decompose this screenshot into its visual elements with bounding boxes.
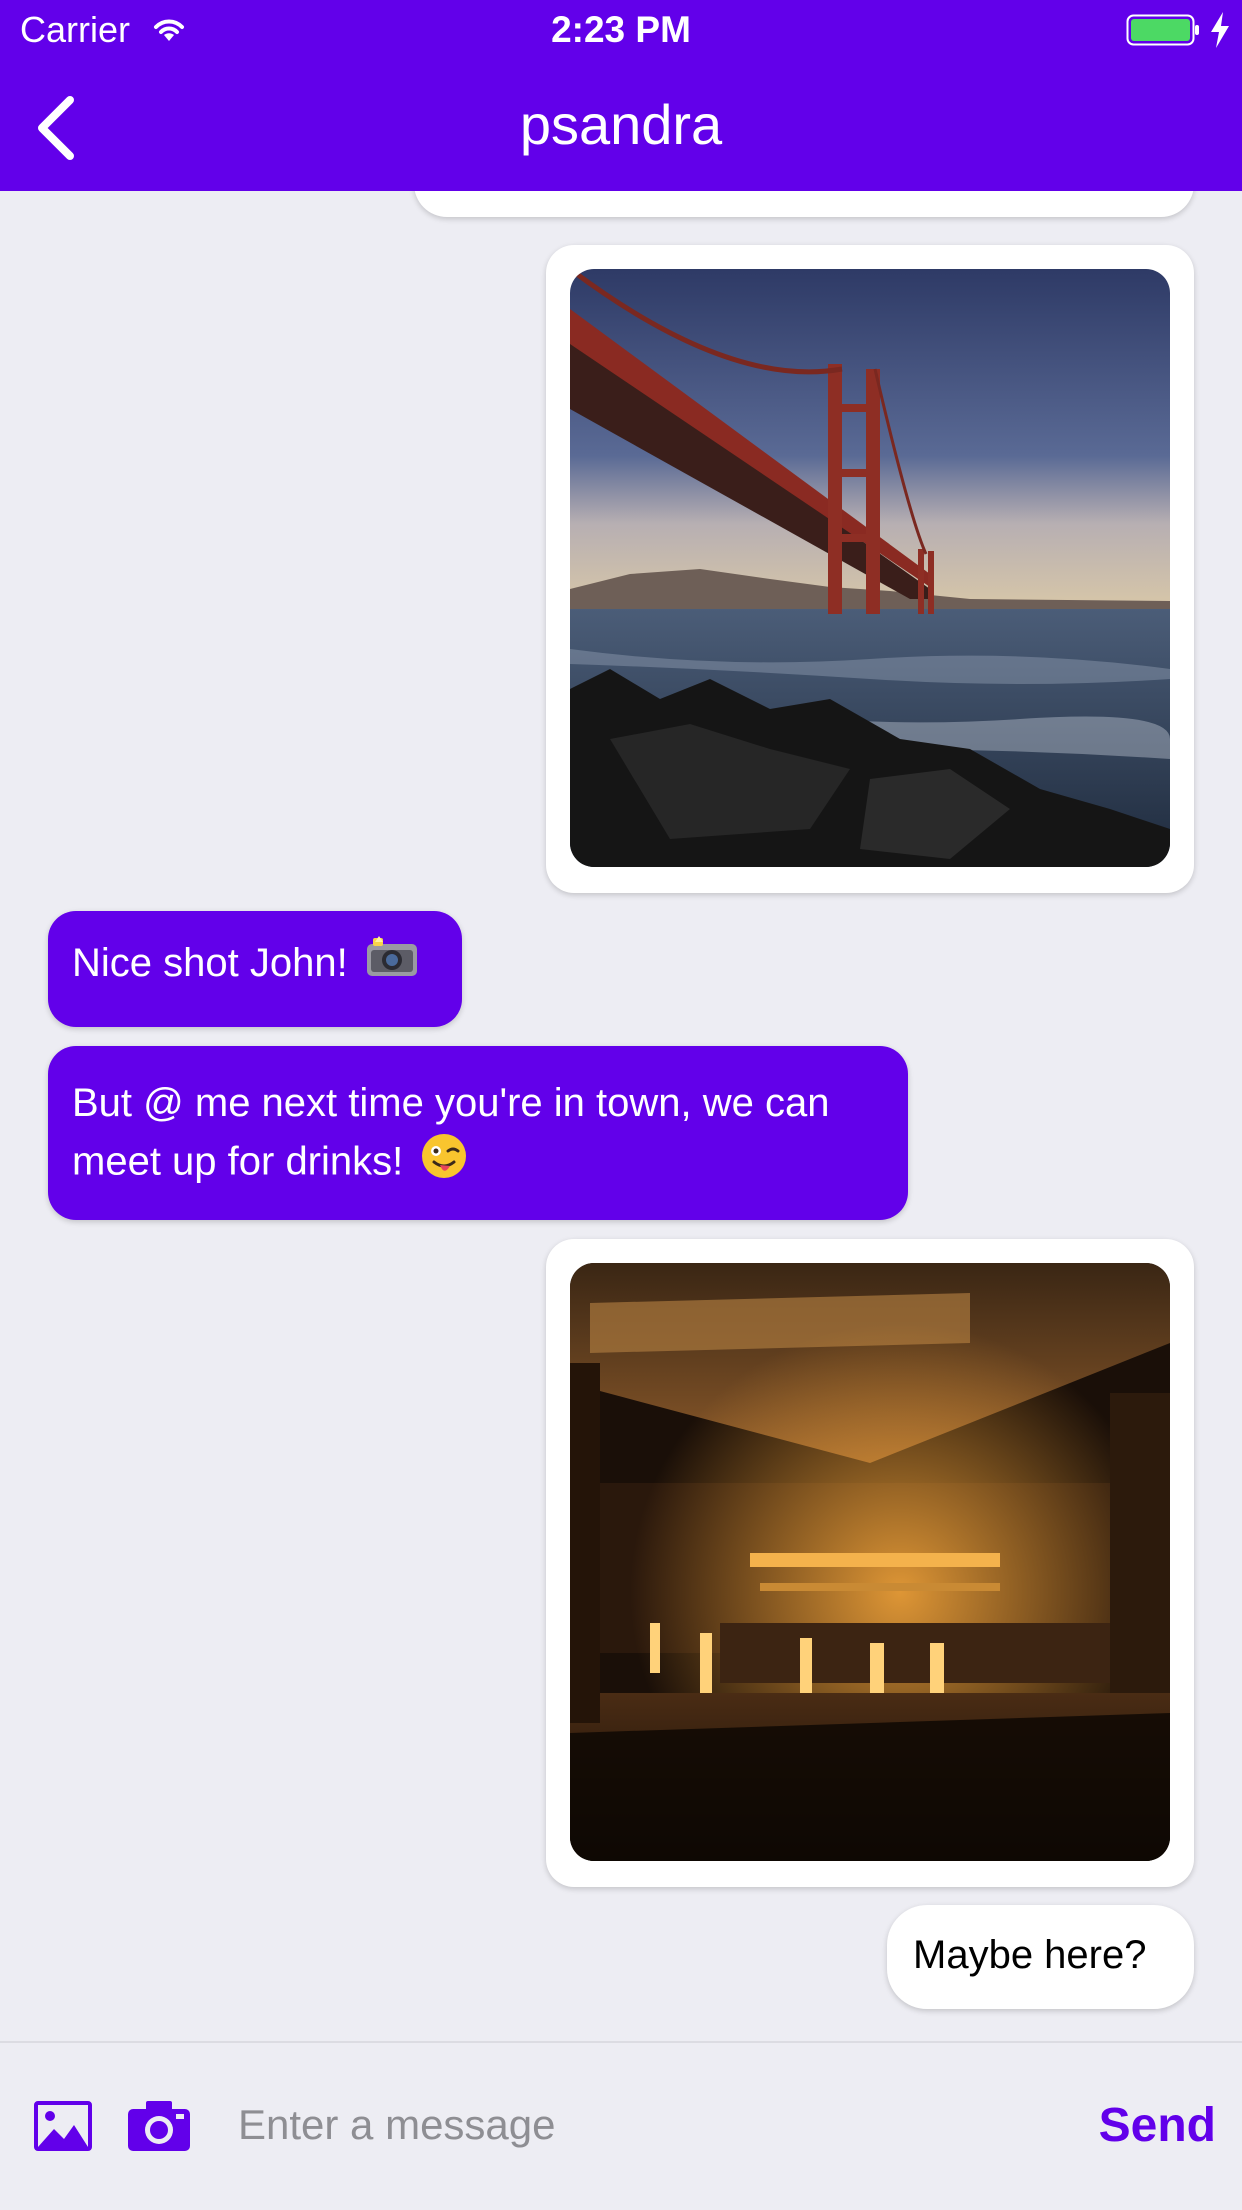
nav-header: Carrier 2:23 PM psandra bbox=[0, 0, 1242, 191]
message-text-line-2: meet up for drinks! bbox=[72, 1139, 404, 1184]
battery-icon bbox=[1126, 14, 1199, 46]
sent-message-bubble[interactable]: Maybe here? bbox=[887, 1905, 1194, 2009]
clock: 2:23 PM bbox=[551, 9, 691, 50]
golden-gate-bridge-photo[interactable] bbox=[570, 269, 1170, 867]
message-list[interactable]: Nice shot John! But @ me next time you'r… bbox=[0, 191, 1242, 2041]
received-message-bubble[interactable]: But @ me next time you're in town, we ca… bbox=[48, 1046, 908, 1220]
received-message-bubble[interactable]: Nice shot John! bbox=[48, 911, 462, 1027]
image-message-bubble[interactable] bbox=[546, 1239, 1194, 1887]
photo-gallery-icon[interactable] bbox=[34, 2101, 92, 2151]
message-input[interactable] bbox=[236, 2083, 1040, 2167]
message-input-bar: Send bbox=[0, 2041, 1242, 2210]
message-text-line: meet up for drinks! bbox=[72, 1132, 884, 1196]
message-text: Maybe here? bbox=[913, 1933, 1147, 1977]
camera-emoji-icon bbox=[365, 936, 419, 994]
charging-bolt-icon bbox=[1211, 12, 1229, 48]
message-bubble-partial[interactable] bbox=[414, 191, 1194, 217]
status-bar: Carrier 2:23 PM bbox=[0, 0, 1242, 60]
image-message-bubble[interactable] bbox=[546, 245, 1194, 893]
message-text-line: But @ me next time you're in town, we ca… bbox=[72, 1081, 830, 1125]
chat-screen: Carrier 2:23 PM psandra Nice shot John! … bbox=[0, 0, 1242, 2210]
send-button[interactable]: Send bbox=[1086, 2087, 1216, 2163]
winking-tongue-emoji-icon bbox=[420, 1132, 468, 1196]
conversation-title: psandra bbox=[519, 93, 723, 156]
bar-interior-photo[interactable] bbox=[570, 1263, 1170, 1861]
camera-icon[interactable] bbox=[126, 2099, 192, 2153]
message-text: Nice shot John! bbox=[72, 941, 348, 985]
